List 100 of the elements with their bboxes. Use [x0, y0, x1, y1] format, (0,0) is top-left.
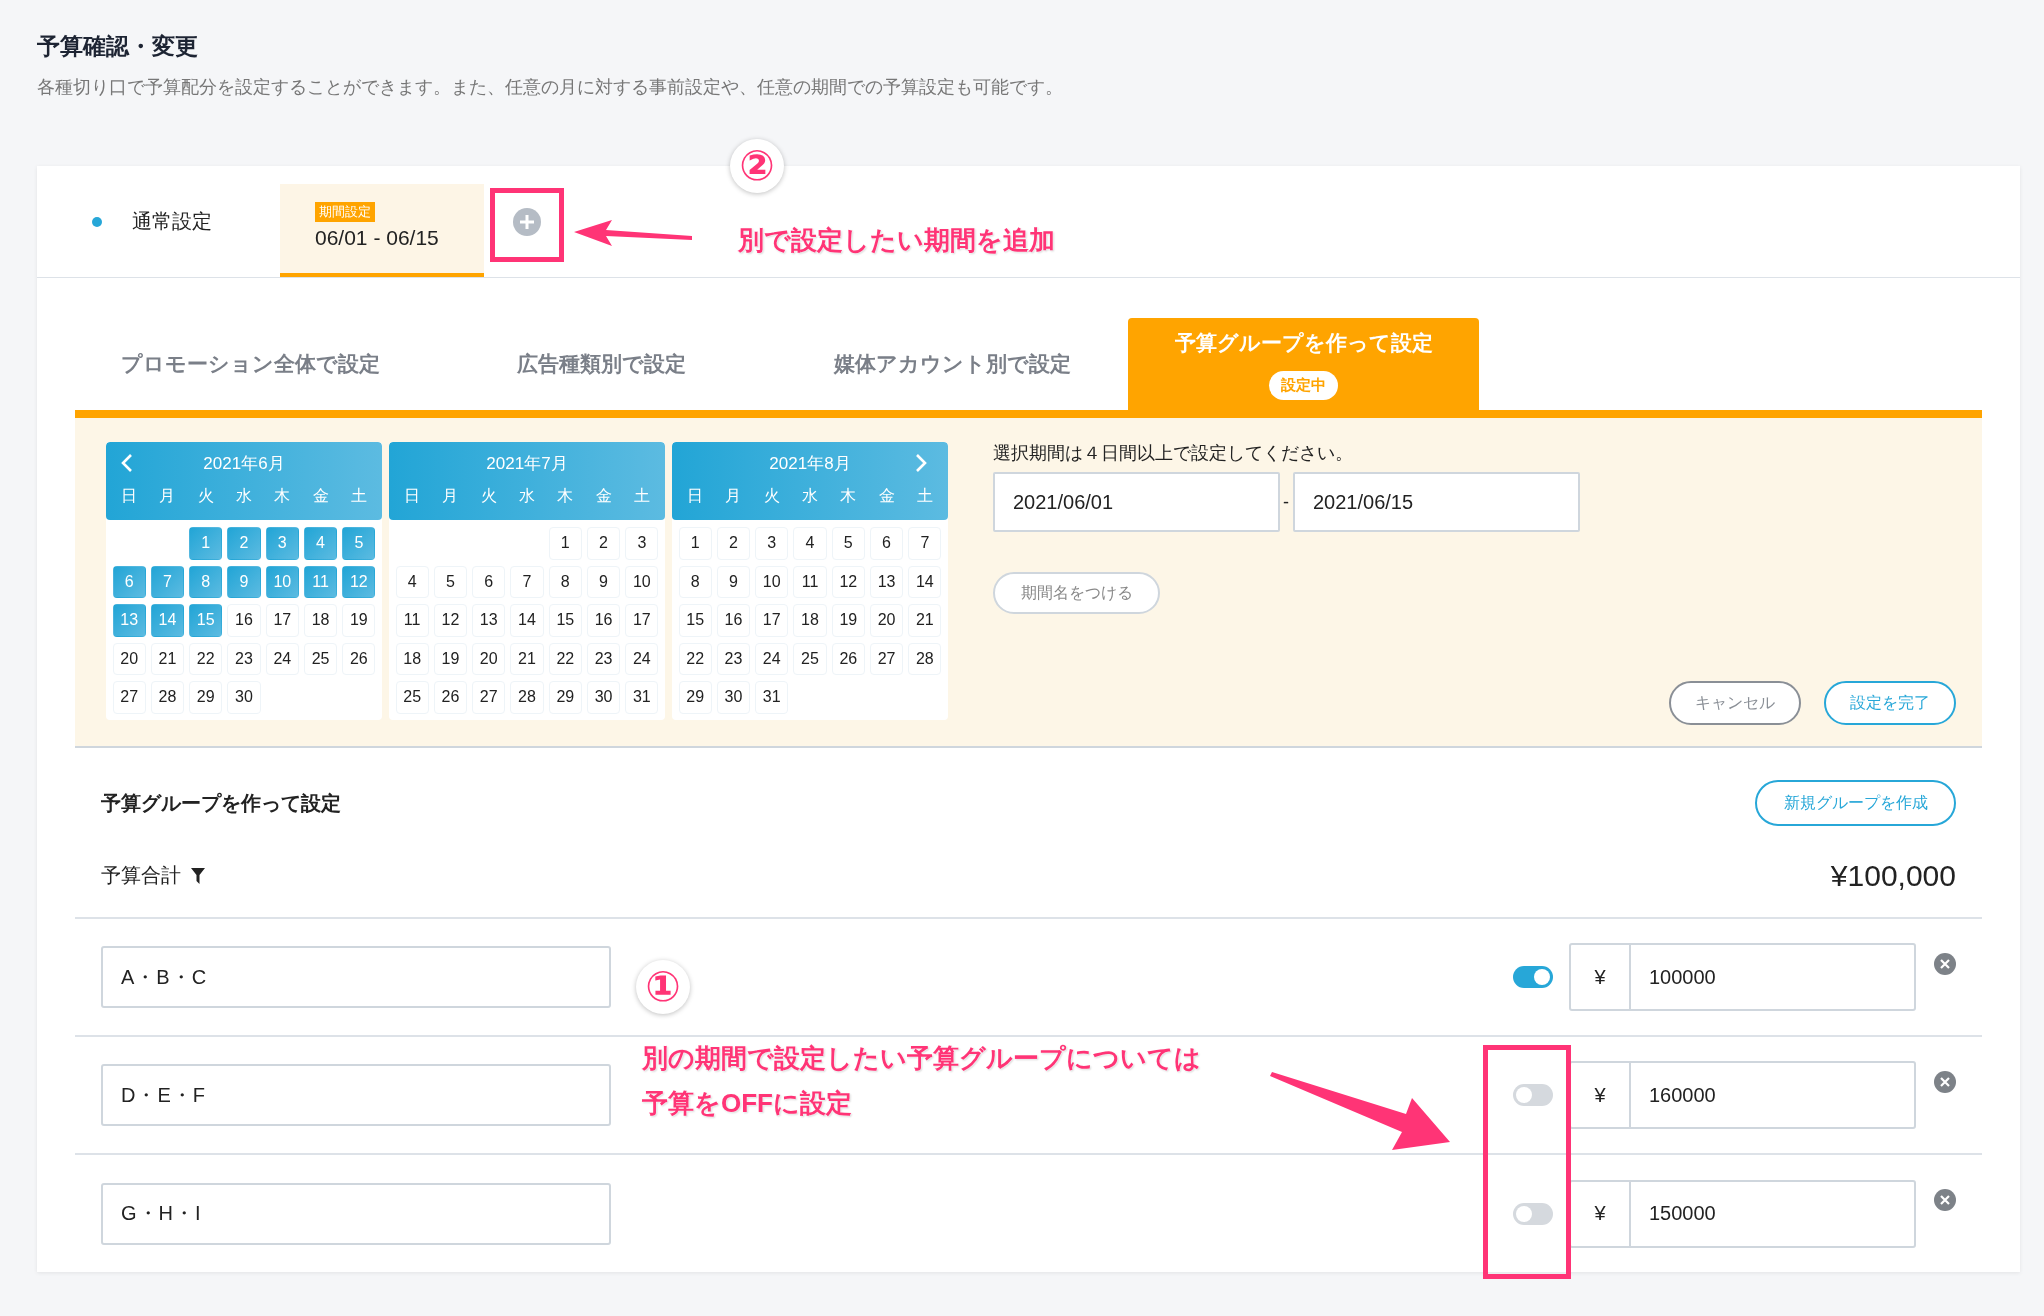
chevron-left-icon[interactable]: [120, 453, 134, 473]
calendar-day[interactable]: 16: [586, 604, 621, 637]
calendar-day[interactable]: 24: [265, 642, 299, 675]
amount-field[interactable]: ¥ 100000: [1569, 943, 1916, 1011]
calendar-day[interactable]: 26: [342, 642, 376, 675]
close-icon[interactable]: [1934, 1189, 1956, 1211]
close-icon[interactable]: [1934, 953, 1956, 975]
calendar-day[interactable]: 30: [586, 681, 621, 714]
calendar-day[interactable]: 8: [548, 565, 582, 598]
calendar-day[interactable]: 4: [395, 565, 429, 598]
calendar-day[interactable]: 14: [510, 604, 544, 637]
calendar-day[interactable]: 15: [548, 604, 582, 637]
calendar-day[interactable]: 12: [831, 565, 865, 598]
budget-toggle[interactable]: [1513, 966, 1553, 988]
calendar-day[interactable]: 29: [548, 681, 582, 714]
end-date-field[interactable]: 2021/06/15: [1293, 472, 1580, 532]
budget-toggle[interactable]: [1513, 1202, 1553, 1225]
calendar-day[interactable]: 19: [831, 604, 865, 637]
calendar-day[interactable]: 23: [227, 642, 261, 675]
calendar-day[interactable]: 30: [716, 681, 751, 714]
start-date-field[interactable]: 2021/06/01: [993, 472, 1280, 532]
calendar-day[interactable]: 17: [755, 604, 789, 637]
calendar-day[interactable]: 25: [395, 681, 429, 714]
calendar-day[interactable]: 16: [716, 604, 751, 637]
calendar-day[interactable]: 22: [548, 642, 582, 675]
calendar-day[interactable]: 26: [831, 642, 865, 675]
calendar-day[interactable]: 31: [755, 681, 789, 714]
calendar-day[interactable]: 28: [150, 681, 185, 714]
chevron-right-icon[interactable]: [914, 453, 928, 473]
calendar-day[interactable]: 7: [510, 565, 544, 598]
calendar-day[interactable]: 17: [265, 604, 299, 637]
calendar-day[interactable]: 13: [472, 604, 506, 637]
calendar-day[interactable]: 27: [112, 681, 146, 714]
setting-tab[interactable]: 広告種類別で設定: [426, 318, 777, 410]
calendar-day[interactable]: 10: [625, 565, 659, 598]
calendar-day[interactable]: 18: [395, 642, 429, 675]
group-name-field[interactable]: D・E・F: [101, 1064, 611, 1126]
calendar-day[interactable]: 16: [227, 604, 261, 637]
calendar-day[interactable]: 3: [755, 527, 789, 560]
calendar-day[interactable]: 21: [150, 642, 185, 675]
calendar-day[interactable]: 11: [395, 604, 429, 637]
calendar-day[interactable]: 20: [869, 604, 904, 637]
calendar-day[interactable]: 19: [342, 604, 376, 637]
calendar-day[interactable]: 23: [716, 642, 751, 675]
calendar-day[interactable]: 27: [472, 681, 506, 714]
calendar-day[interactable]: 23: [586, 642, 621, 675]
add-icon[interactable]: [513, 207, 541, 236]
calendar-day[interactable]: 18: [303, 604, 338, 637]
calendar-day[interactable]: 8: [678, 565, 712, 598]
calendar-day[interactable]: 25: [793, 642, 827, 675]
calendar-day[interactable]: 2: [586, 527, 621, 560]
group-name-field[interactable]: G・H・I: [101, 1182, 611, 1245]
filter-icon[interactable]: [191, 867, 205, 884]
budget-toggle[interactable]: [1513, 1084, 1553, 1106]
calendar-day[interactable]: 22: [189, 642, 223, 675]
calendar-day[interactable]: 21: [908, 604, 942, 637]
calendar-day[interactable]: 6: [869, 527, 904, 560]
calendar-day[interactable]: 18: [793, 604, 827, 637]
calendar-day[interactable]: 27: [869, 642, 904, 675]
calendar-day[interactable]: 5: [831, 527, 865, 560]
calendar-day[interactable]: 25: [303, 642, 338, 675]
calendar-day[interactable]: 29: [189, 681, 223, 714]
calendar-day[interactable]: 22: [678, 642, 712, 675]
setting-tab[interactable]: プロモーション全体で設定: [75, 318, 426, 410]
calendar-day[interactable]: 4: [793, 527, 827, 560]
calendar-day[interactable]: 26: [433, 681, 468, 714]
calendar-day[interactable]: 15: [678, 604, 712, 637]
calendar-day[interactable]: 11: [793, 565, 827, 598]
calendar-day[interactable]: 29: [678, 681, 712, 714]
calendar-day[interactable]: 3: [625, 527, 659, 560]
calendar-day[interactable]: 10: [755, 565, 789, 598]
calendar-day[interactable]: 28: [510, 681, 544, 714]
calendar-day[interactable]: 28: [908, 642, 942, 675]
calendar-day[interactable]: 2: [716, 527, 751, 560]
calendar-day[interactable]: 13: [869, 565, 904, 598]
calendar-day[interactable]: 9: [716, 565, 751, 598]
calendar-day[interactable]: 20: [472, 642, 506, 675]
calendar-day[interactable]: 6: [472, 565, 506, 598]
group-name-field[interactable]: A・B・C: [101, 946, 611, 1008]
period-tab[interactable]: 通常設定: [37, 166, 280, 277]
calendar-day[interactable]: 21: [510, 642, 544, 675]
name-period-button[interactable]: 期間名をつける: [993, 572, 1160, 614]
calendar-day[interactable]: 9: [586, 565, 621, 598]
calendar-day[interactable]: 7: [908, 527, 942, 560]
calendar-day[interactable]: 17: [625, 604, 659, 637]
calendar-day[interactable]: 1: [678, 527, 712, 560]
amount-field[interactable]: ¥ 160000: [1569, 1061, 1916, 1129]
calendar-day[interactable]: 31: [625, 681, 659, 714]
close-icon[interactable]: [1934, 1071, 1956, 1093]
calendar-day[interactable]: 12: [433, 604, 468, 637]
calendar-day[interactable]: 24: [755, 642, 789, 675]
period-tab[interactable]: 期間設定 06/01 - 06/15: [280, 184, 484, 277]
calendar-day[interactable]: 20: [112, 642, 146, 675]
calendar-day[interactable]: 24: [625, 642, 659, 675]
calendar-day[interactable]: 19: [433, 642, 468, 675]
calendar-day[interactable]: 14: [908, 565, 942, 598]
amount-field[interactable]: ¥ 150000: [1569, 1179, 1916, 1248]
calendar-day[interactable]: 1: [548, 527, 582, 560]
calendar-day[interactable]: 30: [227, 681, 261, 714]
calendar-day[interactable]: 5: [433, 565, 468, 598]
